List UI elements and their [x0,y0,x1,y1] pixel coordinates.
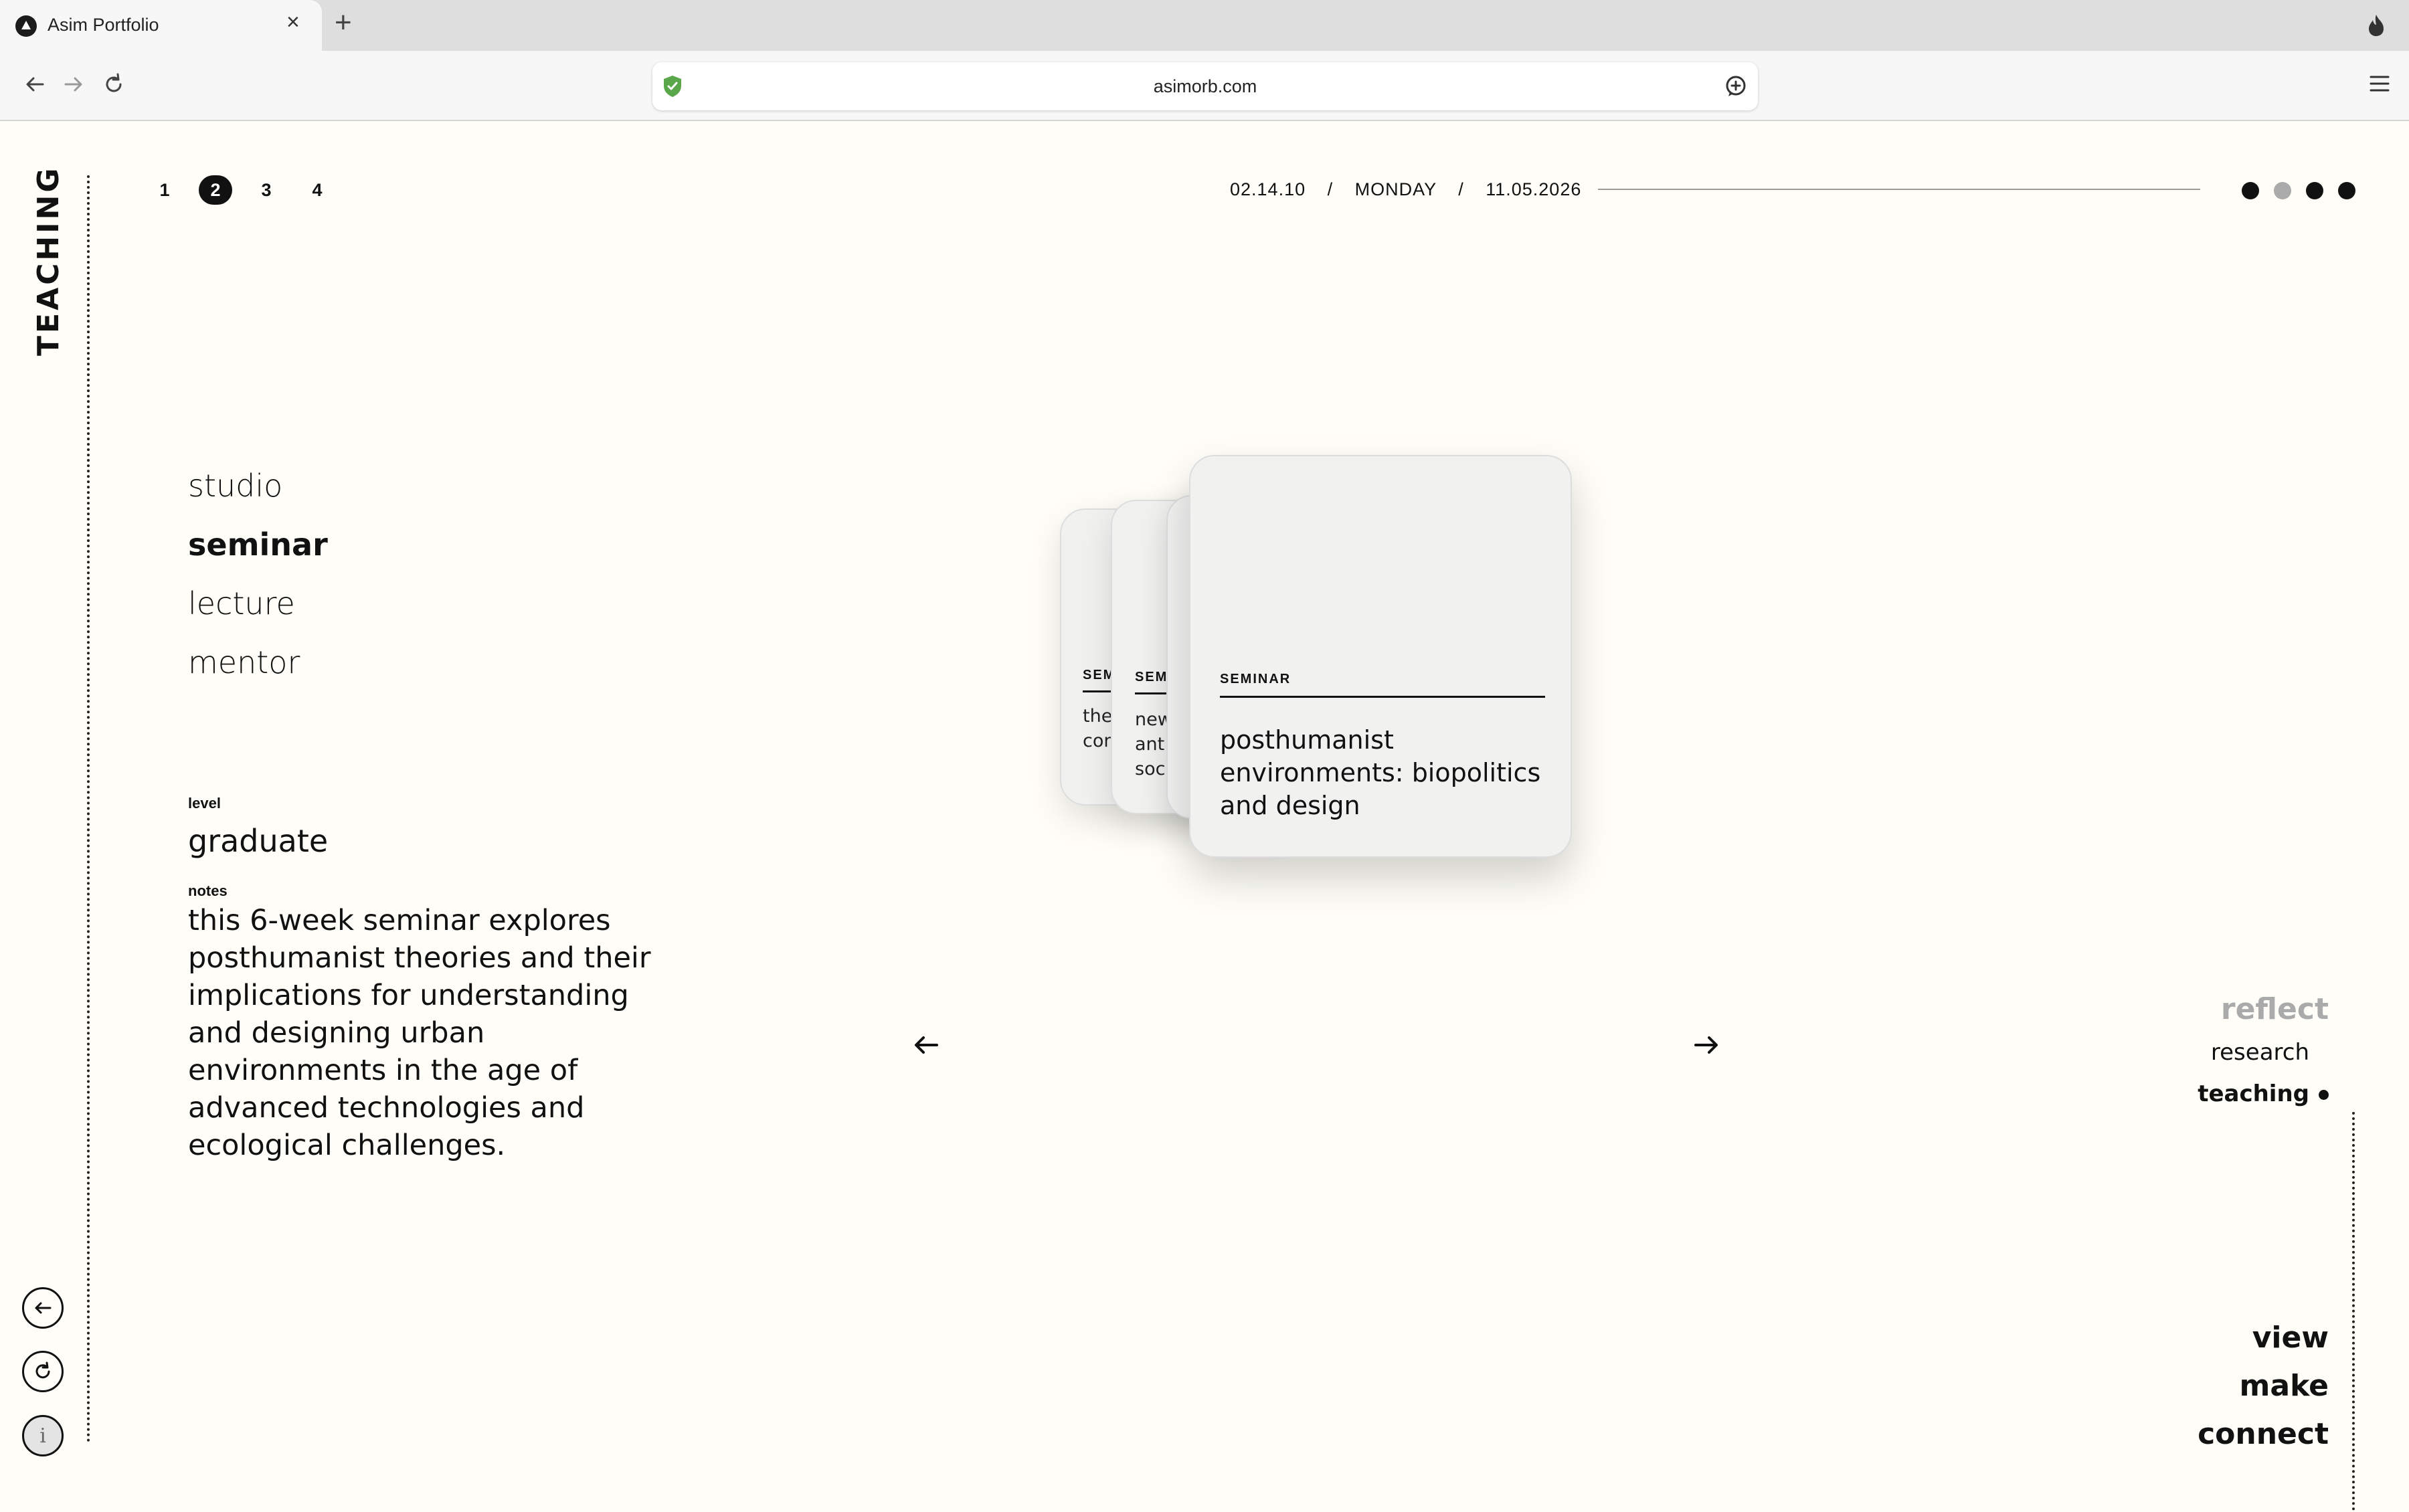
section-nav-heading[interactable]: reflect [2198,987,2329,1032]
date-time-bar: 02.14.10 / MONDAY / 11.05.2026 [1230,179,1581,200]
next-card-arrow-icon[interactable] [1693,1033,1720,1057]
page-4-button[interactable]: 4 [292,175,343,205]
back-arrow-icon[interactable] [23,72,47,96]
pagination: 1 2 3 4 [139,175,343,205]
card-title: posthumanist environments: biopolitics a… [1220,725,1541,820]
level-value: graduate [188,823,329,859]
card-label: SEMINAR [1220,672,1291,686]
date-rule [1598,189,2200,190]
back-arrow-icon [35,1302,52,1314]
left-divider [87,175,90,1443]
indicator-dot[interactable] [2306,182,2323,199]
url-text: asimorb.com [1153,76,1257,96]
info-icon: i [39,1424,46,1448]
address-bar[interactable]: asimorb.com [652,62,1758,110]
refresh-icon [35,1361,50,1379]
add-chat-icon[interactable] [1723,74,1749,99]
right-divider [2352,1112,2355,1512]
refresh-button[interactable] [22,1351,64,1392]
browser-tab-bar: Asim Portfolio × + [0,0,2409,51]
nav-view[interactable]: view [2198,1314,2329,1362]
nav-make[interactable]: make [2198,1362,2329,1410]
browser-toolbar: asimorb.com [0,51,2409,121]
weekday: MONDAY [1354,179,1437,199]
flame-icon[interactable] [2365,13,2388,37]
card-rule [1220,696,1545,698]
section-title: TEACHING [31,165,66,356]
back-button[interactable] [22,1287,64,1329]
indicator-dots [2242,182,2355,199]
category-list: studio seminar lecture mentor [188,456,328,692]
section-nav-teaching[interactable]: teaching [2198,1073,2329,1115]
new-tab-icon[interactable]: + [335,8,352,37]
section-nav: reflect research teaching [2198,987,2329,1115]
category-lecture[interactable]: lecture [188,574,328,633]
card-text-line: the [1083,706,1113,727]
browser-tab[interactable]: Asim Portfolio × [0,0,322,51]
site-favicon-icon [15,15,37,37]
nav-connect[interactable]: connect [2198,1410,2329,1458]
notes-label: notes [188,882,228,899]
separator: / [1327,179,1334,199]
card-text-line: ant [1135,734,1165,755]
info-button[interactable]: i [22,1415,64,1456]
category-seminar[interactable]: seminar [188,515,328,574]
separator: / [1458,179,1464,199]
section-nav-research[interactable]: research [2198,1032,2309,1073]
menu-icon[interactable] [2369,74,2390,93]
indicator-dot[interactable] [2338,182,2355,199]
prev-card-arrow-icon[interactable] [913,1033,940,1057]
reload-icon[interactable] [102,72,126,96]
card-text-line: soc [1135,759,1166,779]
tab-title: Asim Portfolio [48,15,159,35]
page-2-button[interactable]: 2 [199,175,232,205]
clock-time: 02.14.10 [1230,179,1306,199]
notes-text: this 6-week seminar explores posthumanis… [188,904,651,1162]
level-label: level [188,795,221,812]
category-mentor[interactable]: mentor [188,633,328,692]
forward-arrow-icon[interactable] [62,72,86,96]
main-nav: view make connect [2198,1314,2329,1458]
course-card-active[interactable]: SEMINAR posthumanist environments: biopo… [1189,455,1572,858]
indicator-dot[interactable] [2242,182,2259,199]
page-3-button[interactable]: 3 [241,175,292,205]
date: 11.05.2026 [1486,179,1582,199]
tab-close-icon[interactable]: × [286,11,300,33]
page-1-button[interactable]: 1 [139,175,190,205]
page-content: TEACHING 1 2 3 4 02.14.10 / MONDAY / 11.… [0,122,2409,1512]
category-studio[interactable]: studio [188,456,328,515]
indicator-dot[interactable] [2274,182,2291,199]
